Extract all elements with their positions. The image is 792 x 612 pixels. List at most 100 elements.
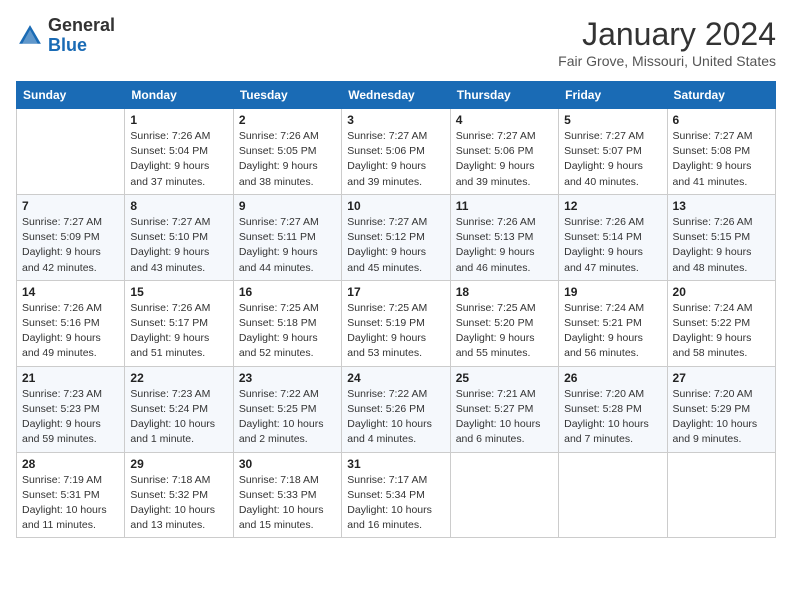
day-detail: Sunrise: 7:26 AMSunset: 5:15 PMDaylight:… [673, 215, 770, 276]
day-detail: Sunrise: 7:23 AMSunset: 5:24 PMDaylight:… [130, 387, 227, 448]
calendar-cell: 11Sunrise: 7:26 AMSunset: 5:13 PMDayligh… [450, 194, 558, 280]
weekday-header: Tuesday [233, 82, 341, 109]
calendar-week-row: 7 Sunrise: 7:27 AMSunset: 5:09 PMDaylight… [17, 194, 776, 280]
day-number: 13 [673, 199, 770, 213]
day-number: 21 [22, 371, 119, 385]
day-detail: Sunrise: 7:19 AMSunset: 5:31 PMDaylight:… [22, 473, 119, 534]
day-detail: Sunrise: 7:26 AMSunset: 5:17 PMDaylight:… [130, 301, 227, 362]
calendar-cell: 14 Sunrise: 7:26 AMSunset: 5:16 PMDayligh… [17, 280, 125, 366]
day-detail: Sunrise: 7:26 AMSunset: 5:05 PMDaylight:… [239, 129, 336, 190]
weekday-header: Saturday [667, 82, 775, 109]
day-number: 23 [239, 371, 336, 385]
calendar-table: SundayMondayTuesdayWednesdayThursdayFrid… [16, 81, 776, 538]
day-detail: Sunrise: 7:25 AMSunset: 5:20 PMDaylight:… [456, 301, 553, 362]
calendar-week-row: 1Sunrise: 7:26 AMSunset: 5:04 PMDaylight… [17, 109, 776, 195]
calendar-cell: 5Sunrise: 7:27 AMSunset: 5:07 PMDaylight… [559, 109, 667, 195]
calendar-cell: 21 Sunrise: 7:23 AMSunset: 5:23 PMDayligh… [17, 366, 125, 452]
day-number: 14 [22, 285, 119, 299]
calendar-cell: 29Sunrise: 7:18 AMSunset: 5:32 PMDayligh… [125, 452, 233, 538]
day-number: 10 [347, 199, 444, 213]
day-detail: Sunrise: 7:24 AMSunset: 5:21 PMDaylight:… [564, 301, 661, 362]
calendar-cell: 15 Sunrise: 7:26 AMSunset: 5:17 PMDayligh… [125, 280, 233, 366]
day-number: 4 [456, 113, 553, 127]
weekday-header: Wednesday [342, 82, 450, 109]
day-detail: Sunrise: 7:27 AMSunset: 5:10 PMDaylight:… [130, 215, 227, 276]
day-number: 15 [130, 285, 227, 299]
weekday-header: Sunday [17, 82, 125, 109]
day-detail: Sunrise: 7:27 AMSunset: 5:12 PMDaylight:… [347, 215, 444, 276]
day-detail: Sunrise: 7:20 AMSunset: 5:28 PMDaylight:… [564, 387, 661, 448]
day-detail: Sunrise: 7:21 AMSunset: 5:27 PMDaylight:… [456, 387, 553, 448]
day-detail: Sunrise: 7:26 AMSunset: 5:14 PMDaylight:… [564, 215, 661, 276]
day-number: 8 [130, 199, 227, 213]
day-detail: Sunrise: 7:27 AMSunset: 5:06 PMDaylight:… [347, 129, 444, 190]
calendar-cell: 1Sunrise: 7:26 AMSunset: 5:04 PMDaylight… [125, 109, 233, 195]
weekday-header-row: SundayMondayTuesdayWednesdayThursdayFrid… [17, 82, 776, 109]
day-detail: Sunrise: 7:27 AMSunset: 5:08 PMDaylight:… [673, 129, 770, 190]
calendar-cell: 12 Sunrise: 7:26 AMSunset: 5:14 PMDayligh… [559, 194, 667, 280]
day-number: 6 [673, 113, 770, 127]
weekday-header: Thursday [450, 82, 558, 109]
day-number: 20 [673, 285, 770, 299]
day-number: 30 [239, 457, 336, 471]
weekday-header: Friday [559, 82, 667, 109]
day-number: 24 [347, 371, 444, 385]
calendar-cell [559, 452, 667, 538]
day-number: 16 [239, 285, 336, 299]
title-block: January 2024 Fair Grove, Missouri, Unite… [558, 16, 776, 69]
logo-icon [16, 22, 44, 50]
calendar-cell: 22 Sunrise: 7:23 AMSunset: 5:24 PMDayligh… [125, 366, 233, 452]
day-number: 25 [456, 371, 553, 385]
calendar-cell: 9 Sunrise: 7:27 AMSunset: 5:11 PMDaylight… [233, 194, 341, 280]
day-detail: Sunrise: 7:22 AMSunset: 5:26 PMDaylight:… [347, 387, 444, 448]
calendar-cell: 19 Sunrise: 7:24 AMSunset: 5:21 PMDayligh… [559, 280, 667, 366]
day-number: 3 [347, 113, 444, 127]
day-detail: Sunrise: 7:27 AMSunset: 5:09 PMDaylight:… [22, 215, 119, 276]
page-header: General Blue January 2024 Fair Grove, Mi… [16, 16, 776, 69]
calendar-week-row: 28 Sunrise: 7:19 AMSunset: 5:31 PMDayligh… [17, 452, 776, 538]
day-detail: Sunrise: 7:22 AMSunset: 5:25 PMDaylight:… [239, 387, 336, 448]
day-number: 18 [456, 285, 553, 299]
day-number: 12 [564, 199, 661, 213]
day-number: 26 [564, 371, 661, 385]
calendar-week-row: 21 Sunrise: 7:23 AMSunset: 5:23 PMDayligh… [17, 366, 776, 452]
day-detail: Sunrise: 7:26 AMSunset: 5:13 PMDaylight:… [456, 215, 553, 276]
day-detail: Sunrise: 7:27 AMSunset: 5:11 PMDaylight:… [239, 215, 336, 276]
calendar-cell: 17 Sunrise: 7:25 AMSunset: 5:19 PMDayligh… [342, 280, 450, 366]
month-title: January 2024 [558, 16, 776, 53]
day-detail: Sunrise: 7:26 AMSunset: 5:04 PMDaylight:… [130, 129, 227, 190]
day-number: 22 [130, 371, 227, 385]
day-detail: Sunrise: 7:25 AMSunset: 5:19 PMDaylight:… [347, 301, 444, 362]
calendar-cell: 7 Sunrise: 7:27 AMSunset: 5:09 PMDaylight… [17, 194, 125, 280]
calendar-cell: 25 Sunrise: 7:21 AMSunset: 5:27 PMDayligh… [450, 366, 558, 452]
calendar-cell: 13 Sunrise: 7:26 AMSunset: 5:15 PMDayligh… [667, 194, 775, 280]
calendar-cell [17, 109, 125, 195]
calendar-cell: 27Sunrise: 7:20 AMSunset: 5:29 PMDayligh… [667, 366, 775, 452]
calendar-cell: 31Sunrise: 7:17 AMSunset: 5:34 PMDayligh… [342, 452, 450, 538]
day-detail: Sunrise: 7:25 AMSunset: 5:18 PMDaylight:… [239, 301, 336, 362]
location: Fair Grove, Missouri, United States [558, 53, 776, 69]
day-number: 7 [22, 199, 119, 213]
day-detail: Sunrise: 7:18 AMSunset: 5:33 PMDaylight:… [239, 473, 336, 534]
calendar-week-row: 14 Sunrise: 7:26 AMSunset: 5:16 PMDayligh… [17, 280, 776, 366]
calendar-cell: 16 Sunrise: 7:25 AMSunset: 5:18 PMDayligh… [233, 280, 341, 366]
day-number: 19 [564, 285, 661, 299]
day-detail: Sunrise: 7:23 AMSunset: 5:23 PMDaylight:… [22, 387, 119, 448]
day-detail: Sunrise: 7:26 AMSunset: 5:16 PMDaylight:… [22, 301, 119, 362]
calendar-cell: 23 Sunrise: 7:22 AMSunset: 5:25 PMDayligh… [233, 366, 341, 452]
day-number: 9 [239, 199, 336, 213]
calendar-cell [667, 452, 775, 538]
day-detail: Sunrise: 7:17 AMSunset: 5:34 PMDaylight:… [347, 473, 444, 534]
calendar-cell: 18 Sunrise: 7:25 AMSunset: 5:20 PMDayligh… [450, 280, 558, 366]
weekday-header: Monday [125, 82, 233, 109]
calendar-cell: 28 Sunrise: 7:19 AMSunset: 5:31 PMDayligh… [17, 452, 125, 538]
day-number: 17 [347, 285, 444, 299]
day-number: 28 [22, 457, 119, 471]
calendar-cell: 8 Sunrise: 7:27 AMSunset: 5:10 PMDaylight… [125, 194, 233, 280]
calendar-cell: 20 Sunrise: 7:24 AMSunset: 5:22 PMDayligh… [667, 280, 775, 366]
calendar-cell [450, 452, 558, 538]
calendar-cell: 26 Sunrise: 7:20 AMSunset: 5:28 PMDayligh… [559, 366, 667, 452]
logo-text: General Blue [48, 16, 115, 56]
day-number: 2 [239, 113, 336, 127]
day-detail: Sunrise: 7:24 AMSunset: 5:22 PMDaylight:… [673, 301, 770, 362]
